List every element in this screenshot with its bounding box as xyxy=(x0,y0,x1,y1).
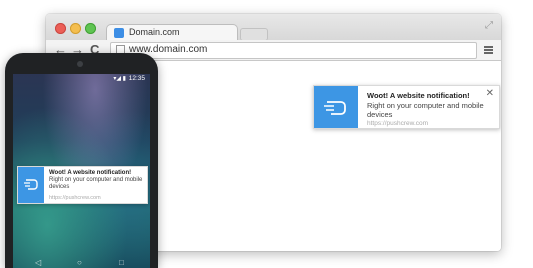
fullscreen-icon[interactable]: ⤢ xyxy=(485,20,493,31)
home-nav-icon[interactable]: ○ xyxy=(77,258,82,267)
notification-url: https://pushcrew.com xyxy=(49,195,101,201)
phone-screen: ▾◢ ▮ 12:35 Woot! A website notification!… xyxy=(13,74,150,268)
browser-tab[interactable]: Domain.com xyxy=(106,24,238,41)
status-time: 12:35 xyxy=(128,75,145,82)
notification-url: https://pushcrew.com xyxy=(367,120,429,127)
maximize-window-button[interactable] xyxy=(85,23,96,34)
address-bar[interactable]: www.domain.com xyxy=(110,42,477,59)
notification-title: Woot! A website notification! xyxy=(49,170,132,176)
notification-body: Right on your computer and mobile device… xyxy=(367,101,484,119)
back-nav-icon[interactable]: ◁ xyxy=(35,258,41,267)
message-icon xyxy=(18,167,44,203)
notification-body: Right on your computer and mobile device… xyxy=(49,177,143,190)
favicon-icon xyxy=(114,28,124,38)
phone-notification[interactable]: Woot! A website notification! Right on y… xyxy=(17,166,148,204)
notification-title: Woot! A website notification! xyxy=(367,91,470,100)
tab-title: Domain.com xyxy=(129,27,180,37)
title-bar: Domain.com ⤢ xyxy=(46,14,501,41)
camera-icon xyxy=(77,61,83,67)
phone-nav-bar: ◁ ○ □ xyxy=(13,258,150,268)
minimize-window-button[interactable] xyxy=(70,23,81,34)
desktop-notification[interactable]: Woot! A website notification! Right on y… xyxy=(313,85,500,129)
close-window-button[interactable] xyxy=(55,23,66,34)
phone-device: ▾◢ ▮ 12:35 Woot! A website notification!… xyxy=(5,53,158,268)
status-bar: ▾◢ ▮ 12:35 xyxy=(13,74,150,85)
close-icon[interactable]: ✕ xyxy=(486,88,494,99)
recents-nav-icon[interactable]: □ xyxy=(119,258,124,267)
menu-icon[interactable] xyxy=(484,46,493,54)
message-icon xyxy=(314,86,358,128)
signal-battery-icon: ▾◢ ▮ xyxy=(113,76,126,82)
